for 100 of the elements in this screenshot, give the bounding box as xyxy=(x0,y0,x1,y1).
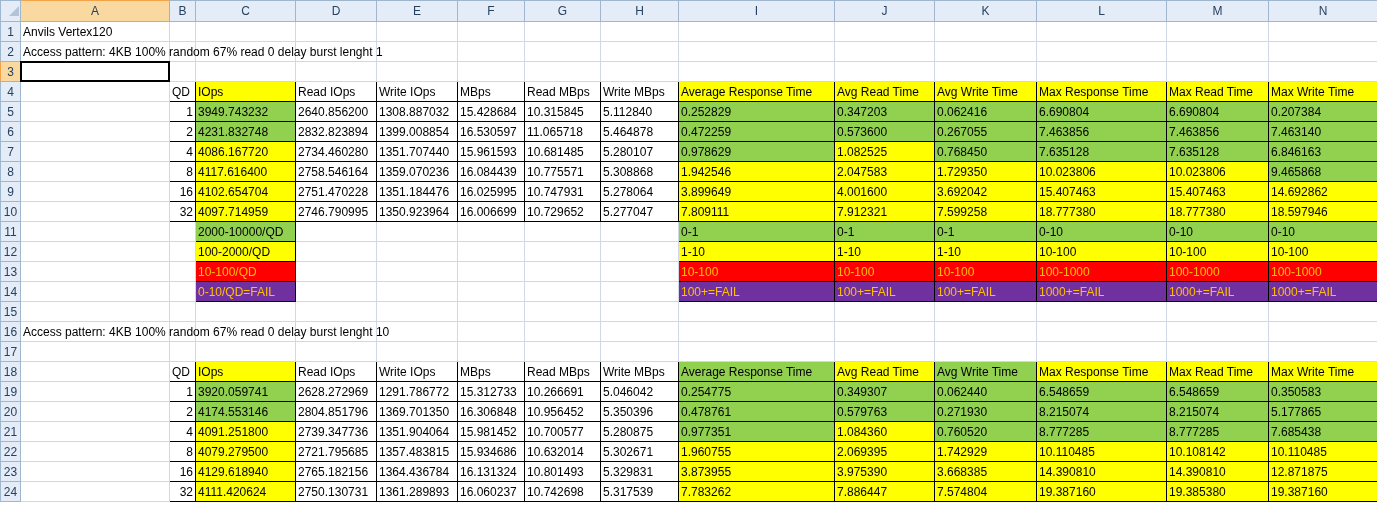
table-cell: 16 xyxy=(169,181,196,202)
row-header[interactable]: 8 xyxy=(0,161,21,182)
table-cell: 5.302671 xyxy=(600,441,679,462)
table-cell: Write IOps xyxy=(376,81,458,102)
table-cell: Read MBps xyxy=(524,361,601,382)
table-cell: 8 xyxy=(169,441,196,462)
table-cell: 10.801493 xyxy=(524,461,601,482)
table-cell: 1399.008854 xyxy=(376,121,458,142)
column-header[interactable]: M xyxy=(1166,0,1269,22)
row-header[interactable]: 17 xyxy=(0,341,21,362)
table-cell: Write MBps xyxy=(600,361,679,382)
column-header[interactable]: C xyxy=(195,0,296,22)
table-cell: 2765.182156 xyxy=(295,461,377,482)
table-cell: 4 xyxy=(169,421,196,442)
column-header[interactable]: L xyxy=(1036,0,1167,22)
select-all-icon[interactable] xyxy=(9,6,19,16)
table-cell: 8 xyxy=(169,161,196,182)
table-cell: 2739.347736 xyxy=(295,421,377,442)
cell-text: Access pattern: 4KB 100% random 67% read 0 delay burst lenght 10 xyxy=(23,323,390,340)
table-cell: 16.131324 xyxy=(457,461,525,482)
table-cell: 2750.130731 xyxy=(295,481,377,502)
row-header[interactable]: 3 xyxy=(0,61,21,82)
table-cell: 1357.483815 xyxy=(376,441,458,462)
table-cell: 5.464878 xyxy=(600,121,679,142)
row-header[interactable]: 11 xyxy=(0,221,21,242)
column-header[interactable]: B xyxy=(169,0,196,22)
row-header[interactable]: 12 xyxy=(0,241,21,262)
table-cell: MBps xyxy=(457,361,525,382)
row-header[interactable]: 6 xyxy=(0,121,21,142)
table-cell: 32 xyxy=(169,201,196,222)
table-cell: 2 xyxy=(169,401,196,422)
table-cell: Read IOps xyxy=(295,361,377,382)
table-cell: 16.060237 xyxy=(457,481,525,502)
table-cell: 15.312733 xyxy=(457,381,525,402)
row-header[interactable]: 18 xyxy=(0,361,21,382)
table-cell: 16.084439 xyxy=(457,161,525,182)
column-header[interactable]: G xyxy=(524,0,601,22)
row-header[interactable]: 13 xyxy=(0,261,21,282)
table-cell: 16.025995 xyxy=(457,181,525,202)
row-header[interactable]: 20 xyxy=(0,401,21,422)
row-header[interactable]: 10 xyxy=(0,201,21,222)
row-header[interactable]: 24 xyxy=(0,481,21,502)
column-header[interactable]: J xyxy=(834,0,935,22)
column-header[interactable]: H xyxy=(600,0,679,22)
table-cell: QD xyxy=(169,81,196,102)
table-cell: Read MBps xyxy=(524,81,601,102)
table-cell: 16.530597 xyxy=(457,121,525,142)
table-cell: 5.046042 xyxy=(600,381,679,402)
row-header[interactable]: 14 xyxy=(0,281,21,302)
column-header[interactable]: F xyxy=(457,0,525,22)
row-header[interactable]: 22 xyxy=(0,441,21,462)
table-cell: 2640.856200 xyxy=(295,101,377,122)
table-cell: 5.280107 xyxy=(600,141,679,162)
row-header[interactable]: 23 xyxy=(0,461,21,482)
row-header[interactable]: 19 xyxy=(0,381,21,402)
table-cell: 1308.887032 xyxy=(376,101,458,122)
table-cell: 2734.460280 xyxy=(295,141,377,162)
table-cell: 5.308868 xyxy=(600,161,679,182)
table-cell: 5.317539 xyxy=(600,481,679,502)
table-cell: 4 xyxy=(169,141,196,162)
table-cell: 5.112840 xyxy=(600,101,679,122)
table-cell: 10.747931 xyxy=(524,181,601,202)
column-header[interactable]: K xyxy=(934,0,1037,22)
column-header[interactable]: N xyxy=(1268,0,1377,22)
table-cell: 1 xyxy=(169,101,196,122)
row-header[interactable]: 21 xyxy=(0,421,21,442)
column-header[interactable]: I xyxy=(678,0,835,22)
row-header[interactable]: 4 xyxy=(0,81,21,102)
table-cell: 2804.851796 xyxy=(295,401,377,422)
row-header[interactable]: 7 xyxy=(0,141,21,162)
table-cell: 2628.272969 xyxy=(295,381,377,402)
table-cell: 16.006699 xyxy=(457,201,525,222)
table-cell: 1361.289893 xyxy=(376,481,458,502)
column-header[interactable]: E xyxy=(376,0,458,22)
column-header[interactable]: A xyxy=(20,0,170,22)
table-cell: 1351.707440 xyxy=(376,141,458,162)
table-cell: 2721.795685 xyxy=(295,441,377,462)
table-cell: 1 xyxy=(169,381,196,402)
table-cell: 5.329831 xyxy=(600,461,679,482)
row-header[interactable]: 2 xyxy=(0,41,21,62)
table-cell: 1351.184476 xyxy=(376,181,458,202)
row-header[interactable]: 16 xyxy=(0,321,21,342)
table-cell: 10.729652 xyxy=(524,201,601,222)
row-header[interactable]: 15 xyxy=(0,301,21,322)
table-cell: 1369.701350 xyxy=(376,401,458,422)
row-header[interactable]: 9 xyxy=(0,181,21,202)
table-cell: 11.065718 xyxy=(524,121,601,142)
cell-text: Access pattern: 4KB 100% random 67% read 0 delay burst lenght 1 xyxy=(23,43,383,60)
table-cell: 1364.436784 xyxy=(376,461,458,482)
table-cell: 16 xyxy=(169,461,196,482)
row-header[interactable]: 1 xyxy=(0,21,21,42)
table-cell: 2832.823894 xyxy=(295,121,377,142)
cell-text: Anvils Vertex120 xyxy=(23,23,113,40)
table-cell: 1350.923964 xyxy=(376,201,458,222)
table-cell: 16.306848 xyxy=(457,401,525,422)
table-cell: 5.350396 xyxy=(600,401,679,422)
table-cell: Write MBps xyxy=(600,81,679,102)
column-header[interactable]: D xyxy=(295,0,377,22)
row-header[interactable]: 5 xyxy=(0,101,21,122)
table-cell: QD xyxy=(169,361,196,382)
